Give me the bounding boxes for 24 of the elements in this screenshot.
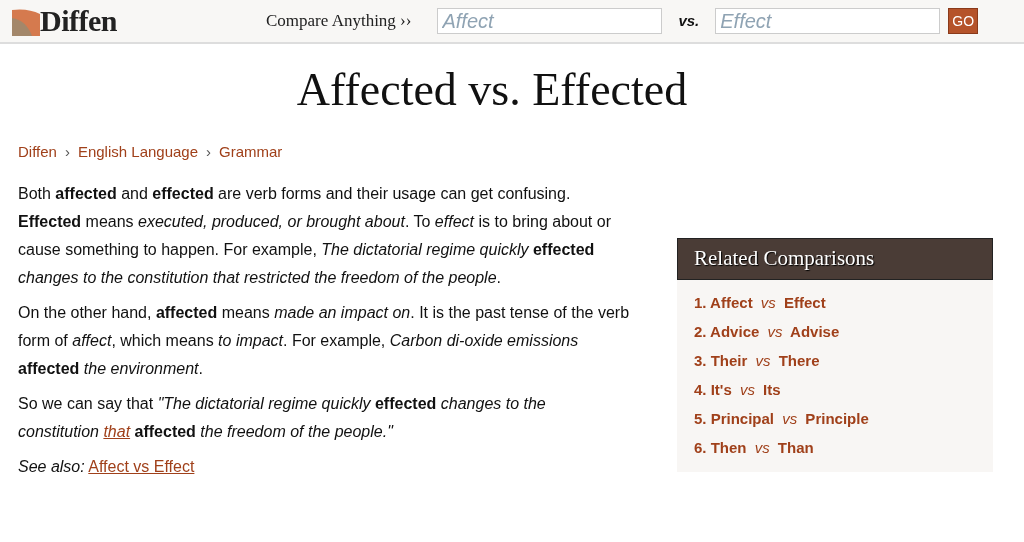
see-also-label: See also: [18, 457, 85, 475]
breadcrumb-link[interactable]: Grammar [219, 143, 283, 161]
compare-label: Compare Anything ›› [266, 10, 412, 33]
paragraph: Both affected and effected are verb forms and their usage can get confusing. Effected means executed, produced, or brought about. To effect is to bring about or cause something to happen. For example, The dictatorial regime quickly effected changes to the constitution that restricted the freedom of the people. [18, 183, 612, 288]
paragraph: On the other hand, affected means made an impact on. It is the past tense of the verb form of affect, which means to impact. For example, Carbon di-oxide emissions affected the environment. [18, 302, 630, 379]
related-link[interactable]: 5. Principal vs Principle [694, 409, 869, 427]
related-link[interactable]: 4. It's vs Its [694, 380, 781, 398]
see-also-link[interactable]: Affect vs Effect [88, 457, 195, 475]
breadcrumb-separator: › [64, 143, 70, 161]
related-link[interactable]: 3. Their vs There [694, 351, 820, 369]
related-link[interactable]: 2. Advice vs Advise [694, 322, 840, 340]
page-title: Affected vs. Effected [295, 63, 689, 117]
vs-label: vs. [678, 10, 700, 31]
search-field[interactable]: Effect [715, 8, 941, 34]
related-link[interactable]: 6. Then vs Than [694, 438, 814, 456]
inline-link[interactable]: that [103, 422, 131, 440]
breadcrumb-separator: › [206, 143, 212, 161]
sidebar-title: Related Comparisons [677, 238, 993, 280]
logo-text[interactable]: Diffen [40, 6, 117, 36]
breadcrumb-link[interactable]: English Language [77, 143, 199, 161]
paragraph: So we can say that "The dictatorial regime quickly effected changes to the constitution that affected the freedom of the people." [18, 393, 547, 442]
go-button[interactable]: GO [948, 8, 979, 34]
breadcrumb-link[interactable]: Diffen [18, 143, 57, 161]
related-link[interactable]: 1. Affect vs Effect [694, 293, 826, 311]
